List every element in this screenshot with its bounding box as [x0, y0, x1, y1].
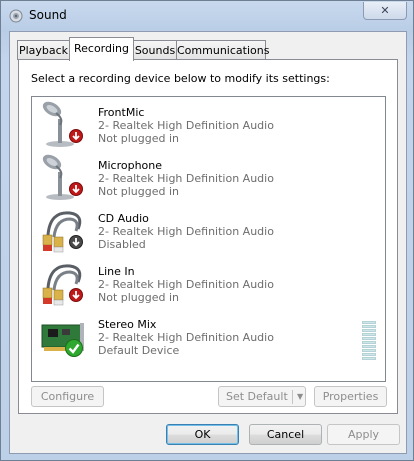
sound-dialog: Sound ✕ Playback Recording Sounds Commun…: [0, 0, 414, 461]
recording-panel: Select a recording device below to modif…: [18, 59, 398, 414]
red-down-arrow-badge-icon: [69, 129, 83, 143]
device-list[interactable]: FrontMic 2- Realtek High Definition Audi…: [31, 96, 386, 382]
device-description: 2- Realtek High Definition Audio: [98, 119, 274, 132]
close-icon: ✕: [380, 4, 390, 17]
tab-playback[interactable]: Playback: [17, 40, 70, 60]
red-down-arrow-badge-icon: [69, 182, 83, 196]
tab-recording[interactable]: Recording: [69, 37, 134, 61]
tab-sounds[interactable]: Sounds: [133, 40, 177, 60]
device-status: Not plugged in: [98, 132, 180, 145]
device-name: CD Audio: [98, 212, 149, 225]
device-name: FrontMic: [98, 106, 145, 119]
split-divider: [292, 390, 293, 404]
device-description: 2- Realtek High Definition Audio: [98, 278, 274, 291]
dialog-body: Playback Recording Sounds Communications…: [9, 31, 407, 454]
window-title: Sound: [29, 8, 67, 22]
cancel-button[interactable]: Cancel: [249, 424, 322, 445]
apply-button[interactable]: Apply: [327, 424, 400, 445]
list-item-line-in[interactable]: Line In 2- Realtek High Definition Audio…: [32, 256, 385, 309]
speaker-icon: [9, 9, 23, 23]
level-meter: [362, 321, 376, 363]
device-description: 2- Realtek High Definition Audio: [98, 225, 274, 238]
set-default-button[interactable]: Set Default ▼: [218, 386, 306, 407]
list-item-cd-audio[interactable]: CD Audio 2- Realtek High Definition Audi…: [32, 203, 385, 256]
device-name: Microphone: [98, 159, 163, 172]
device-status: Disabled: [98, 238, 146, 251]
chevron-down-icon[interactable]: ▼: [297, 392, 303, 402]
properties-button[interactable]: Properties: [314, 386, 387, 407]
title-bar[interactable]: Sound ✕: [1, 1, 413, 31]
list-item-stereo-mix[interactable]: Stereo Mix 2- Realtek High Definition Au…: [32, 309, 385, 362]
device-description: 2- Realtek High Definition Audio: [98, 172, 274, 185]
device-description: 2- Realtek High Definition Audio: [98, 331, 274, 344]
ok-button[interactable]: OK: [166, 424, 239, 445]
device-status: Not plugged in: [98, 291, 180, 304]
tab-communications[interactable]: Communications: [176, 40, 269, 60]
list-item-microphone[interactable]: Microphone 2- Realtek High Definition Au…: [32, 150, 385, 203]
device-name: Line In: [98, 265, 135, 278]
green-check-badge-icon: [65, 339, 83, 357]
configure-button[interactable]: Configure: [31, 386, 104, 407]
device-name: Stereo Mix: [98, 318, 157, 331]
instruction-text: Select a recording device below to modif…: [31, 72, 330, 85]
list-item-frontmic[interactable]: FrontMic 2- Realtek High Definition Audi…: [32, 97, 385, 150]
close-button[interactable]: ✕: [363, 2, 407, 20]
red-down-arrow-badge-icon: [69, 288, 83, 302]
device-status: Default Device: [98, 344, 180, 357]
gray-down-arrow-badge-icon: [69, 235, 83, 249]
device-status: Not plugged in: [98, 185, 180, 198]
